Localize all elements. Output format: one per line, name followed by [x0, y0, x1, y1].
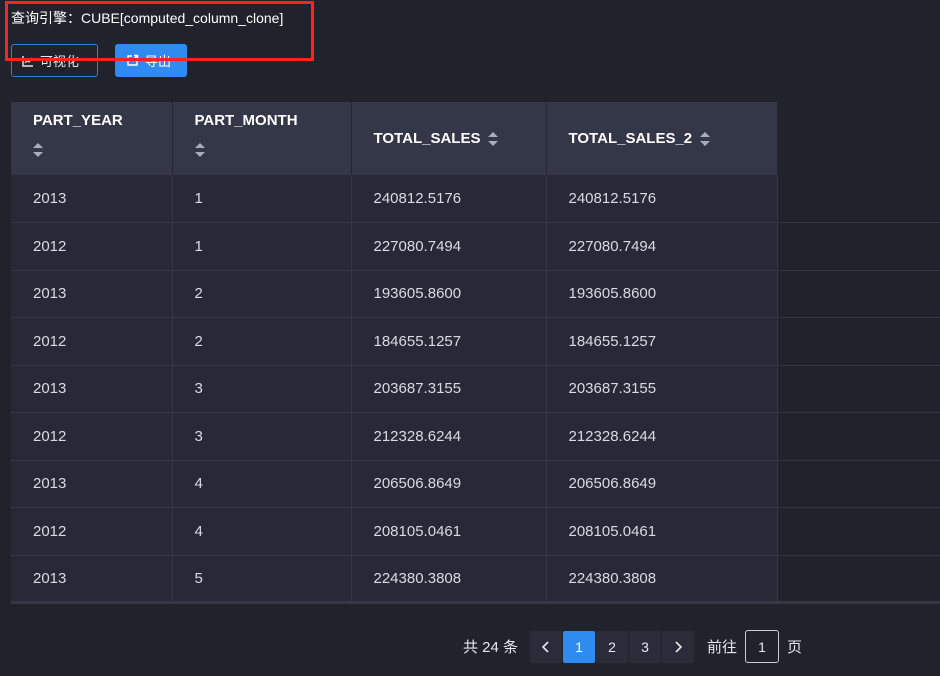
cell-total-sales-2: 212328.6244	[546, 412, 778, 461]
row-filler	[777, 555, 940, 603]
cell-total-sales: 203687.3155	[351, 365, 547, 413]
cell-total-sales: 240812.5176	[351, 175, 547, 223]
row-filler	[777, 175, 940, 223]
table-row: 2012 3 212328.6244 212328.6244	[11, 412, 940, 461]
row-filler	[777, 317, 940, 366]
goto-suffix: 页	[787, 639, 803, 656]
row-filler	[777, 412, 940, 461]
chevron-left-icon	[541, 640, 549, 653]
column-header-total-sales[interactable]: TOTAL_SALES	[351, 102, 547, 175]
cell-part-month: 5	[172, 555, 352, 603]
export-label: 导出	[145, 54, 172, 69]
query-engine-label: 查询引擎：CUBE[computed_column_clone]	[11, 10, 284, 26]
cell-part-month: 3	[172, 365, 352, 413]
export-button[interactable]: 导出	[115, 44, 187, 77]
column-header-label: PART_MONTH	[194, 112, 298, 129]
cell-total-sales-2: 224380.3808	[546, 555, 778, 603]
table-bottom-divider	[11, 601, 940, 604]
row-filler	[777, 460, 940, 508]
visualize-button[interactable]: 可视化	[11, 44, 98, 77]
cell-part-month: 2	[172, 270, 352, 318]
page-button-1[interactable]: 1	[563, 630, 596, 663]
column-header-label: TOTAL_SALES	[373, 130, 481, 147]
column-header-label: PART_YEAR	[33, 112, 123, 129]
cell-part-year: 2012	[11, 317, 173, 366]
total-count: 共 24 条	[463, 639, 519, 656]
sort-icon[interactable]	[194, 143, 205, 157]
cell-part-month: 4	[172, 460, 352, 508]
sort-icon[interactable]	[700, 131, 711, 146]
cell-part-month: 1	[172, 222, 352, 271]
results-table: PART_YEAR PART_MONTH TOTAL_SALES TOTAL_S…	[11, 102, 940, 603]
column-header-total-sales-2[interactable]: TOTAL_SALES_2	[546, 102, 778, 175]
cell-part-year: 2013	[11, 460, 173, 508]
export-icon	[126, 54, 139, 67]
prev-page-button[interactable]	[530, 630, 563, 663]
visualize-label: 可视化	[40, 54, 80, 69]
row-filler	[777, 222, 940, 271]
header-filler	[777, 102, 940, 175]
cell-total-sales: 212328.6244	[351, 412, 547, 461]
column-header-part-year[interactable]: PART_YEAR	[11, 102, 173, 175]
row-filler	[777, 365, 940, 413]
column-header-label: TOTAL_SALES_2	[568, 130, 693, 147]
cell-total-sales-2: 203687.3155	[546, 365, 778, 413]
table-row: 2012 4 208105.0461 208105.0461	[11, 507, 940, 556]
column-header-part-month[interactable]: PART_MONTH	[172, 102, 352, 175]
goto-page-input[interactable]	[745, 630, 780, 663]
cell-part-year: 2013	[11, 555, 173, 603]
table-row: 2013 1 240812.5176 240812.5176	[11, 175, 940, 223]
cell-part-month: 3	[172, 412, 352, 461]
cell-total-sales: 227080.7494	[351, 222, 547, 271]
goto-prefix: 前往	[707, 639, 738, 656]
cell-part-year: 2013	[11, 270, 173, 318]
cell-total-sales-2: 227080.7494	[546, 222, 778, 271]
chevron-right-icon	[675, 640, 683, 653]
cell-total-sales: 193605.8600	[351, 270, 547, 318]
cell-part-year: 2013	[11, 175, 173, 223]
goto-page: 前往 页	[707, 630, 802, 663]
cell-total-sales-2: 184655.1257	[546, 317, 778, 366]
table-header-row: PART_YEAR PART_MONTH TOTAL_SALES TOTAL_S…	[11, 102, 940, 175]
table-row: 2012 2 184655.1257 184655.1257	[11, 317, 940, 366]
row-filler	[777, 270, 940, 318]
row-filler	[777, 507, 940, 556]
cell-part-year: 2012	[11, 222, 173, 271]
cell-total-sales-2: 193605.8600	[546, 270, 778, 318]
cell-part-year: 2013	[11, 365, 173, 413]
cell-total-sales-2: 206506.8649	[546, 460, 778, 508]
cell-part-month: 2	[172, 317, 352, 366]
table-row: 2013 4 206506.8649 206506.8649	[11, 460, 940, 508]
cell-total-sales: 224380.3808	[351, 555, 547, 603]
cell-part-year: 2012	[11, 412, 173, 461]
sort-icon[interactable]	[33, 143, 43, 157]
cell-total-sales: 208105.0461	[351, 507, 547, 556]
table-row: 2013 2 193605.8600 193605.8600	[11, 270, 940, 318]
pagination: 共 24 条 1 2 3 前往 页	[463, 630, 802, 663]
table-row: 2013 3 203687.3155 203687.3155	[11, 365, 940, 413]
sort-icon[interactable]	[488, 131, 499, 146]
cell-total-sales: 206506.8649	[351, 460, 547, 508]
cell-part-year: 2012	[11, 507, 173, 556]
cell-total-sales: 184655.1257	[351, 317, 547, 366]
cell-total-sales-2: 240812.5176	[546, 175, 778, 223]
table-row: 2013 5 224380.3808 224380.3808	[11, 555, 940, 603]
next-page-button[interactable]	[662, 630, 695, 663]
cell-part-month: 1	[172, 175, 352, 223]
table-row: 2012 1 227080.7494 227080.7494	[11, 222, 940, 271]
cell-total-sales-2: 208105.0461	[546, 507, 778, 556]
cell-part-month: 4	[172, 507, 352, 556]
page-button-3[interactable]: 3	[629, 630, 662, 663]
chart-icon	[22, 55, 34, 67]
page-button-2[interactable]: 2	[596, 630, 629, 663]
